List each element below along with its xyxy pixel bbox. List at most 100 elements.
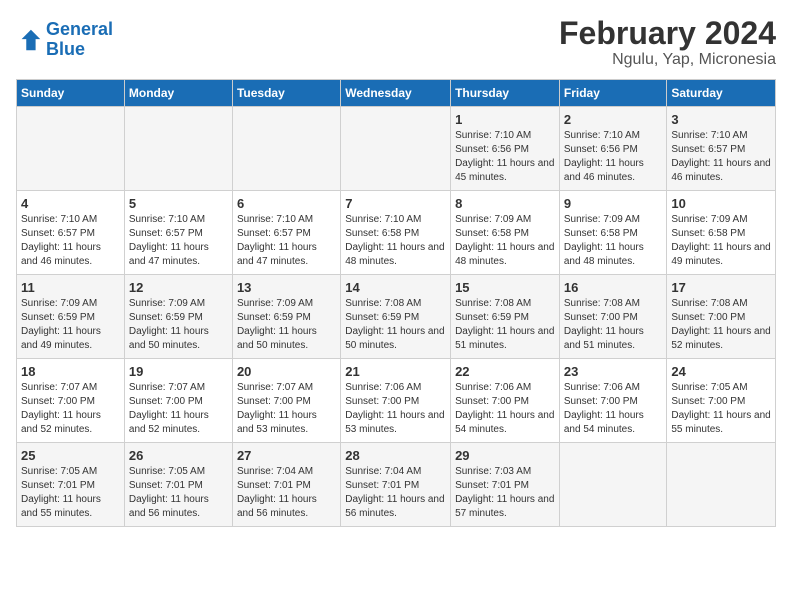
calendar-week-row: 1Sunrise: 7:10 AM Sunset: 6:56 PM Daylig…	[17, 107, 776, 191]
column-header-friday: Friday	[559, 80, 667, 107]
calendar-cell: 3 Sunrise: 7:10 AM Sunset: 6:57 PM Daylig…	[667, 107, 776, 191]
calendar-cell: 6 Sunrise: 7:10 AM Sunset: 6:57 PM Daylig…	[232, 191, 340, 275]
calendar-cell: 8 Sunrise: 7:09 AM Sunset: 6:58 PM Daylig…	[451, 191, 560, 275]
day-info: Sunrise: 7:06 AM Sunset: 7:00 PM Dayligh…	[345, 381, 446, 437]
day-number: 3	[671, 112, 771, 127]
day-info: Sunrise: 7:09 AM Sunset: 6:58 PM Dayligh…	[455, 213, 555, 269]
day-number: 8	[455, 196, 555, 211]
day-info: Sunrise: 7:10 AM Sunset: 6:57 PM Dayligh…	[671, 129, 771, 185]
day-number: 15	[455, 280, 555, 295]
day-number: 21	[345, 364, 446, 379]
calendar-week-row: 4 Sunrise: 7:10 AM Sunset: 6:57 PM Daylig…	[17, 191, 776, 275]
calendar-cell: 5 Sunrise: 7:10 AM Sunset: 6:57 PM Daylig…	[124, 191, 232, 275]
day-number: 5	[129, 196, 228, 211]
calendar-cell: 15Sunrise: 7:08 AM Sunset: 6:59 PM Dayli…	[451, 275, 560, 359]
calendar-week-row: 25 Sunrise: 7:05 AM Sunset: 7:01 PM Dayli…	[17, 443, 776, 527]
calendar-cell: 14 Sunrise: 7:08 AM Sunset: 6:59 PM Dayli…	[341, 275, 451, 359]
calendar-cell: 29 Sunrise: 7:03 AM Sunset: 7:01 PM Dayli…	[451, 443, 560, 527]
logo-icon	[16, 26, 44, 54]
calendar-cell: 12 Sunrise: 7:09 AM Sunset: 6:59 PM Dayli…	[124, 275, 232, 359]
day-info: Sunrise: 7:08 AM Sunset: 7:00 PM Dayligh…	[671, 297, 771, 353]
title-block: February 2024 Ngulu, Yap, Micronesia	[559, 16, 776, 69]
day-info: Sunrise: 7:08 AM Sunset: 6:59 PM Dayligh…	[345, 297, 446, 353]
logo-text: General Blue	[46, 20, 113, 60]
calendar-cell: 19Sunrise: 7:07 AM Sunset: 7:00 PM Dayli…	[124, 359, 232, 443]
day-info: Sunrise: 7:06 AM Sunset: 7:00 PM Dayligh…	[455, 381, 555, 437]
day-number: 22	[455, 364, 555, 379]
calendar-table: SundayMondayTuesdayWednesdayThursdayFrid…	[16, 79, 776, 527]
day-info: Sunrise: 7:03 AM Sunset: 7:01 PM Dayligh…	[455, 465, 555, 521]
day-number: 25	[21, 448, 120, 463]
calendar-cell: 2 Sunrise: 7:10 AM Sunset: 6:56 PM Daylig…	[559, 107, 667, 191]
day-number: 2	[564, 112, 663, 127]
day-number: 16	[564, 280, 663, 295]
day-info: Sunrise: 7:10 AM Sunset: 6:57 PM Dayligh…	[237, 213, 336, 269]
calendar-cell: 21 Sunrise: 7:06 AM Sunset: 7:00 PM Dayli…	[341, 359, 451, 443]
day-info: Sunrise: 7:08 AM Sunset: 7:00 PM Dayligh…	[564, 297, 663, 353]
day-number: 18	[21, 364, 120, 379]
calendar-week-row: 11 Sunrise: 7:09 AM Sunset: 6:59 PM Dayli…	[17, 275, 776, 359]
day-number: 4	[21, 196, 120, 211]
day-info: Sunrise: 7:07 AM Sunset: 7:00 PM Dayligh…	[237, 381, 336, 437]
column-header-wednesday: Wednesday	[341, 80, 451, 107]
day-number: 12	[129, 280, 228, 295]
calendar-week-row: 18 Sunrise: 7:07 AM Sunset: 7:00 PM Dayli…	[17, 359, 776, 443]
calendar-cell: 28 Sunrise: 7:04 AM Sunset: 7:01 PM Dayli…	[341, 443, 451, 527]
day-number: 24	[671, 364, 771, 379]
calendar-cell: 11 Sunrise: 7:09 AM Sunset: 6:59 PM Dayli…	[17, 275, 125, 359]
calendar-cell	[17, 107, 125, 191]
calendar-subtitle: Ngulu, Yap, Micronesia	[559, 51, 776, 69]
calendar-cell: 4 Sunrise: 7:10 AM Sunset: 6:57 PM Daylig…	[17, 191, 125, 275]
calendar-cell: 25 Sunrise: 7:05 AM Sunset: 7:01 PM Dayli…	[17, 443, 125, 527]
column-header-tuesday: Tuesday	[232, 80, 340, 107]
column-header-monday: Monday	[124, 80, 232, 107]
day-number: 27	[237, 448, 336, 463]
calendar-cell: 26Sunrise: 7:05 AM Sunset: 7:01 PM Dayli…	[124, 443, 232, 527]
logo: General Blue	[16, 20, 113, 60]
column-header-sunday: Sunday	[17, 80, 125, 107]
day-info: Sunrise: 7:06 AM Sunset: 7:00 PM Dayligh…	[564, 381, 663, 437]
calendar-cell: 17Sunrise: 7:08 AM Sunset: 7:00 PM Dayli…	[667, 275, 776, 359]
day-info: Sunrise: 7:04 AM Sunset: 7:01 PM Dayligh…	[237, 465, 336, 521]
calendar-cell: 23 Sunrise: 7:06 AM Sunset: 7:00 PM Dayli…	[559, 359, 667, 443]
day-info: Sunrise: 7:05 AM Sunset: 7:01 PM Dayligh…	[21, 465, 120, 521]
day-info: Sunrise: 7:10 AM Sunset: 6:57 PM Dayligh…	[129, 213, 228, 269]
calendar-cell: 7 Sunrise: 7:10 AM Sunset: 6:58 PM Daylig…	[341, 191, 451, 275]
day-number: 29	[455, 448, 555, 463]
column-header-saturday: Saturday	[667, 80, 776, 107]
calendar-cell: 10 Sunrise: 7:09 AM Sunset: 6:58 PM Dayli…	[667, 191, 776, 275]
day-number: 11	[21, 280, 120, 295]
day-info: Sunrise: 7:05 AM Sunset: 7:00 PM Dayligh…	[671, 381, 771, 437]
day-info: Sunrise: 7:10 AM Sunset: 6:57 PM Dayligh…	[21, 213, 120, 269]
day-info: Sunrise: 7:07 AM Sunset: 7:00 PM Dayligh…	[21, 381, 120, 437]
day-info: Sunrise: 7:09 AM Sunset: 6:59 PM Dayligh…	[129, 297, 228, 353]
calendar-cell: 20 Sunrise: 7:07 AM Sunset: 7:00 PM Dayli…	[232, 359, 340, 443]
day-info: Sunrise: 7:10 AM Sunset: 6:56 PM Dayligh…	[564, 129, 663, 185]
day-info: Sunrise: 7:10 AM Sunset: 6:58 PM Dayligh…	[345, 213, 446, 269]
day-number: 20	[237, 364, 336, 379]
day-number: 28	[345, 448, 446, 463]
calendar-cell	[341, 107, 451, 191]
day-number: 6	[237, 196, 336, 211]
day-info: Sunrise: 7:10 AM Sunset: 6:56 PM Dayligh…	[455, 129, 555, 185]
calendar-cell: 18 Sunrise: 7:07 AM Sunset: 7:00 PM Dayli…	[17, 359, 125, 443]
day-info: Sunrise: 7:09 AM Sunset: 6:58 PM Dayligh…	[671, 213, 771, 269]
column-header-thursday: Thursday	[451, 80, 560, 107]
day-info: Sunrise: 7:09 AM Sunset: 6:59 PM Dayligh…	[21, 297, 120, 353]
day-info: Sunrise: 7:09 AM Sunset: 6:58 PM Dayligh…	[564, 213, 663, 269]
calendar-cell: 1Sunrise: 7:10 AM Sunset: 6:56 PM Daylig…	[451, 107, 560, 191]
calendar-title: February 2024	[559, 16, 776, 51]
day-number: 14	[345, 280, 446, 295]
page-header: General Blue February 2024 Ngulu, Yap, M…	[16, 16, 776, 69]
day-number: 23	[564, 364, 663, 379]
day-info: Sunrise: 7:04 AM Sunset: 7:01 PM Dayligh…	[345, 465, 446, 521]
day-number: 10	[671, 196, 771, 211]
day-number: 7	[345, 196, 446, 211]
calendar-header-row: SundayMondayTuesdayWednesdayThursdayFrid…	[17, 80, 776, 107]
calendar-cell: 13 Sunrise: 7:09 AM Sunset: 6:59 PM Dayli…	[232, 275, 340, 359]
calendar-cell: 22 Sunrise: 7:06 AM Sunset: 7:00 PM Dayli…	[451, 359, 560, 443]
calendar-cell: 24 Sunrise: 7:05 AM Sunset: 7:00 PM Dayli…	[667, 359, 776, 443]
day-info: Sunrise: 7:09 AM Sunset: 6:59 PM Dayligh…	[237, 297, 336, 353]
calendar-cell	[232, 107, 340, 191]
day-number: 13	[237, 280, 336, 295]
